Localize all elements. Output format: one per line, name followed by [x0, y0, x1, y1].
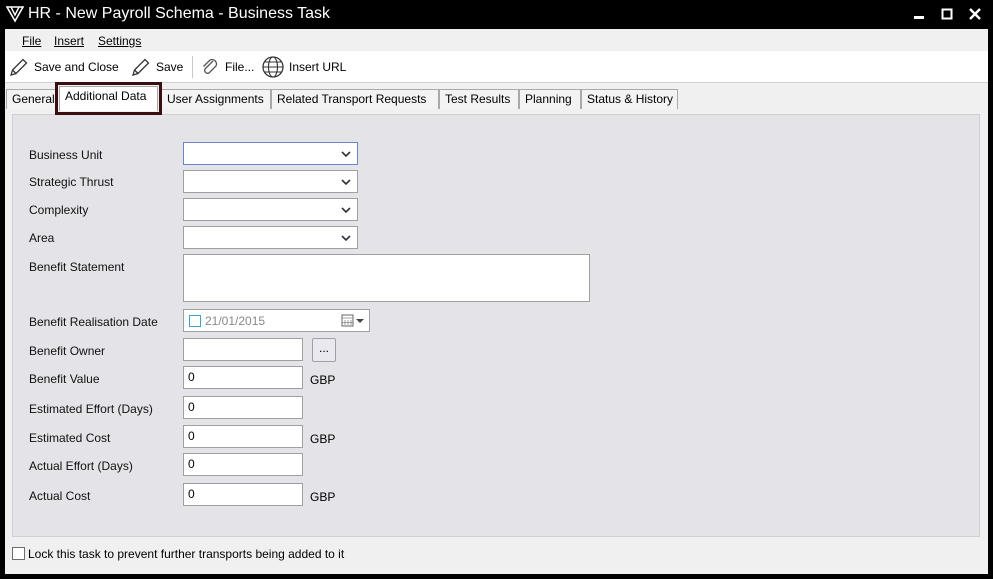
benefit-value-input[interactable]: 0: [183, 366, 303, 389]
save-button[interactable]: Save: [130, 55, 183, 79]
benefit-statement-label: Benefit Statement: [29, 260, 125, 274]
window-title: HR - New Payroll Schema - Business Task: [28, 5, 331, 22]
menu-bar: File Insert Settings: [5, 29, 988, 51]
close-icon[interactable]: [967, 6, 983, 22]
area-select[interactable]: [183, 226, 358, 249]
attach-file-button[interactable]: File...: [199, 55, 254, 79]
actual-effort-label: Actual Effort (Days): [29, 459, 133, 473]
save-label: Save: [156, 60, 184, 74]
minimize-icon[interactable]: [911, 6, 927, 22]
actual-effort-input[interactable]: 0: [183, 453, 303, 476]
bottom-bar: Lock this task to prevent further transp…: [5, 543, 988, 574]
menu-file-label: File: [22, 34, 42, 48]
calendar-dropdown-icon[interactable]: [341, 313, 365, 328]
menu-insert-label: Insert: [54, 34, 85, 48]
actual-cost-unit: GBP: [310, 490, 336, 504]
pencil-icon: [132, 58, 150, 76]
tab-strip: General Additional Data User Assignments…: [5, 82, 988, 115]
actual-cost-input[interactable]: 0: [183, 483, 303, 506]
app-logo-icon: [6, 6, 24, 23]
strategic-thrust-select[interactable]: [183, 170, 358, 193]
window-controls: [911, 6, 983, 22]
benefit-value-unit: GBP: [310, 373, 336, 387]
lock-task-label[interactable]: Lock this task to prevent further transp…: [28, 547, 344, 561]
additional-data-panel: Business Unit Strategic Thrust Complexit…: [12, 114, 980, 537]
estimated-effort-label: Estimated Effort (Days): [29, 402, 153, 416]
title-bar: HR - New Payroll Schema - Business Task: [0, 0, 993, 29]
toolbar: Save and Close Save File... Insert URL: [5, 51, 988, 83]
tab-general[interactable]: General: [6, 89, 58, 109]
tab-additional-data[interactable]: Additional Data: [55, 82, 162, 115]
maximize-icon[interactable]: [939, 6, 955, 22]
chevron-down-icon: [341, 235, 351, 242]
benefit-realisation-date-picker[interactable]: 21/01/2015: [183, 309, 370, 332]
estimated-effort-input[interactable]: 0: [183, 396, 303, 419]
benefit-realisation-date-value: 21/01/2015: [205, 314, 266, 328]
area-label: Area: [29, 231, 55, 245]
estimated-cost-label: Estimated Cost: [29, 431, 111, 445]
benefit-statement-textarea[interactable]: [183, 254, 590, 302]
business-unit-select[interactable]: [183, 142, 358, 165]
tab-test-results[interactable]: Test Results: [439, 89, 519, 109]
pencil-icon: [10, 58, 28, 76]
benefit-owner-label: Benefit Owner: [29, 344, 106, 358]
chevron-down-icon: [341, 207, 351, 214]
lock-task-checkbox[interactable]: [12, 547, 25, 560]
strategic-thrust-label: Strategic Thrust: [29, 175, 114, 189]
benefit-owner-input[interactable]: [183, 338, 303, 361]
task-window: File Insert Settings Save and Close Save…: [5, 29, 988, 574]
business-unit-label: Business Unit: [29, 148, 103, 162]
menu-settings-label: Settings: [98, 34, 142, 48]
menu-settings[interactable]: Settings: [98, 34, 141, 48]
estimated-cost-input[interactable]: 0: [183, 425, 303, 448]
menu-file[interactable]: File: [22, 34, 41, 48]
save-and-close-button[interactable]: Save and Close: [8, 55, 119, 79]
benefit-realisation-date-label: Benefit Realisation Date: [29, 315, 158, 329]
complexity-label: Complexity: [29, 203, 89, 217]
date-enable-checkbox[interactable]: [189, 315, 201, 327]
paperclip-icon: [203, 58, 218, 74]
tab-user-assignments[interactable]: User Assignments: [161, 89, 271, 109]
save-and-close-label: Save and Close: [34, 60, 119, 74]
actual-cost-label: Actual Cost: [29, 489, 91, 503]
estimated-cost-unit: GBP: [310, 432, 336, 446]
tab-planning[interactable]: Planning: [519, 89, 581, 109]
tab-related-transport-requests[interactable]: Related Transport Requests: [271, 89, 439, 109]
menu-insert[interactable]: Insert: [54, 34, 84, 48]
file-label: File...: [225, 60, 255, 74]
chevron-down-icon: [341, 151, 351, 158]
insert-url-button[interactable]: Insert URL: [261, 55, 346, 79]
benefit-value-label: Benefit Value: [29, 372, 100, 386]
globe-icon: [262, 56, 284, 78]
complexity-select[interactable]: [183, 198, 358, 221]
benefit-owner-browse-button[interactable]: ...: [312, 338, 336, 362]
insert-url-label: Insert URL: [289, 60, 347, 74]
tab-status-history[interactable]: Status & History: [581, 89, 678, 109]
chevron-down-icon: [341, 179, 351, 186]
toolbar-separator: [192, 56, 193, 78]
